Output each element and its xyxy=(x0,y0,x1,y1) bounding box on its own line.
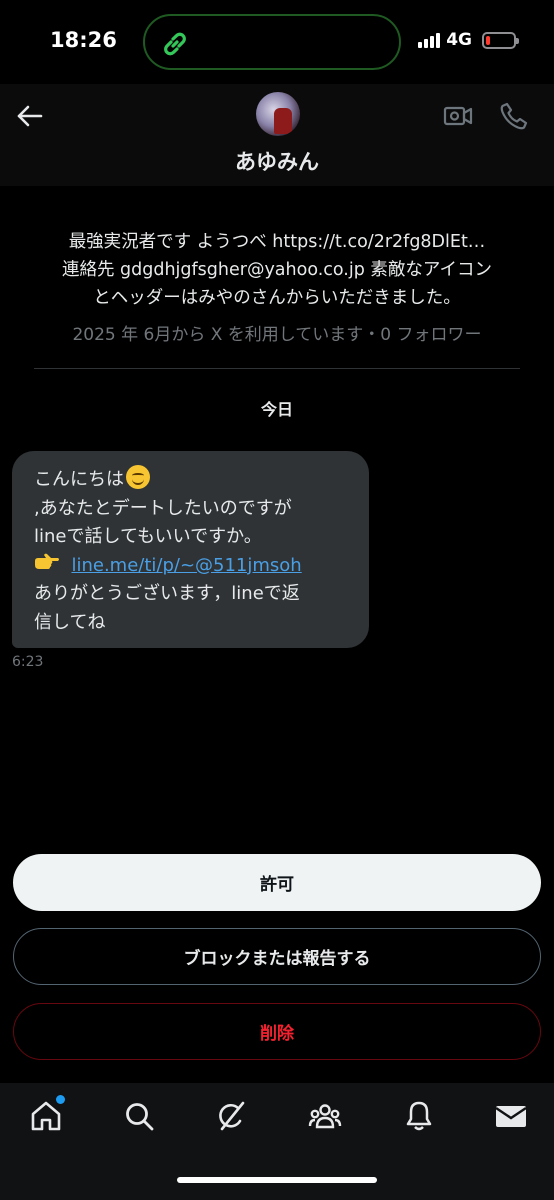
phone-icon[interactable] xyxy=(498,100,530,132)
home-indicator xyxy=(177,1177,377,1183)
nav-grok[interactable] xyxy=(214,1099,248,1133)
message-text: ,あなたとデートしたいのですが xyxy=(34,497,292,519)
message-line: line.me/ti/p/~@511jmsoh xyxy=(34,552,369,581)
signal-icon xyxy=(418,32,441,48)
profile-meta: 2025 年 6月から X を利用しています・0 フォロワー xyxy=(72,325,482,345)
display-name[interactable]: あゆみん xyxy=(0,146,554,176)
avatar[interactable] xyxy=(256,92,300,136)
message-text: ありがとうございます，lineで返 xyxy=(34,583,300,604)
notifications-icon xyxy=(406,1101,432,1131)
date-separator: 今日 xyxy=(260,400,293,419)
communities-icon xyxy=(308,1104,342,1129)
nav-messages[interactable] xyxy=(494,1099,528,1133)
smiling-face-emoji-icon xyxy=(126,465,150,489)
message-text: 信してね xyxy=(34,611,106,633)
message-line: こんにちは xyxy=(34,465,369,495)
message-bubble[interactable]: こんにちは ,あなたとデートしたいのですが lineで話してもいいですか。 li… xyxy=(12,451,369,648)
status-bar: 18:26 4G xyxy=(0,0,554,84)
arrow-left-icon[interactable] xyxy=(14,100,46,132)
delete-button[interactable]: 削除 xyxy=(13,1003,541,1060)
video-camera-icon[interactable] xyxy=(442,100,474,132)
line-link[interactable]: line.me/ti/p/~@511jmsoh xyxy=(71,555,301,576)
nav-communities[interactable] xyxy=(308,1099,342,1133)
network-type: 4G xyxy=(446,30,472,50)
message-timestamp: 6:23 xyxy=(12,654,44,670)
home-icon xyxy=(31,1101,61,1131)
messages-icon xyxy=(495,1106,527,1127)
message-text: lineで話してもいいですか。 xyxy=(34,526,262,547)
conversation-header: あゆみん xyxy=(0,84,554,186)
allow-button[interactable]: 許可 xyxy=(13,854,541,911)
nav-notifications[interactable] xyxy=(402,1099,436,1133)
status-indicators: 4G xyxy=(418,30,519,50)
nav-search[interactable] xyxy=(122,1099,156,1133)
divider xyxy=(34,368,520,369)
link-chain-icon xyxy=(164,32,186,56)
status-time: 18:26 xyxy=(50,28,117,52)
nav-home[interactable] xyxy=(29,1095,65,1133)
block-report-button[interactable]: ブロックまたは報告する xyxy=(13,928,541,985)
notification-dot xyxy=(56,1095,65,1104)
grok-icon xyxy=(219,1101,245,1131)
search-icon xyxy=(126,1103,154,1131)
message-text: こんにちは xyxy=(34,469,124,490)
battery-icon xyxy=(482,31,519,49)
pointing-hand-emoji-icon xyxy=(35,553,59,569)
dynamic-island xyxy=(143,14,401,70)
profile-bio: 最強実況者です ようつべ https://t.co/2r2fg8DlEt… 連絡… xyxy=(61,232,493,308)
